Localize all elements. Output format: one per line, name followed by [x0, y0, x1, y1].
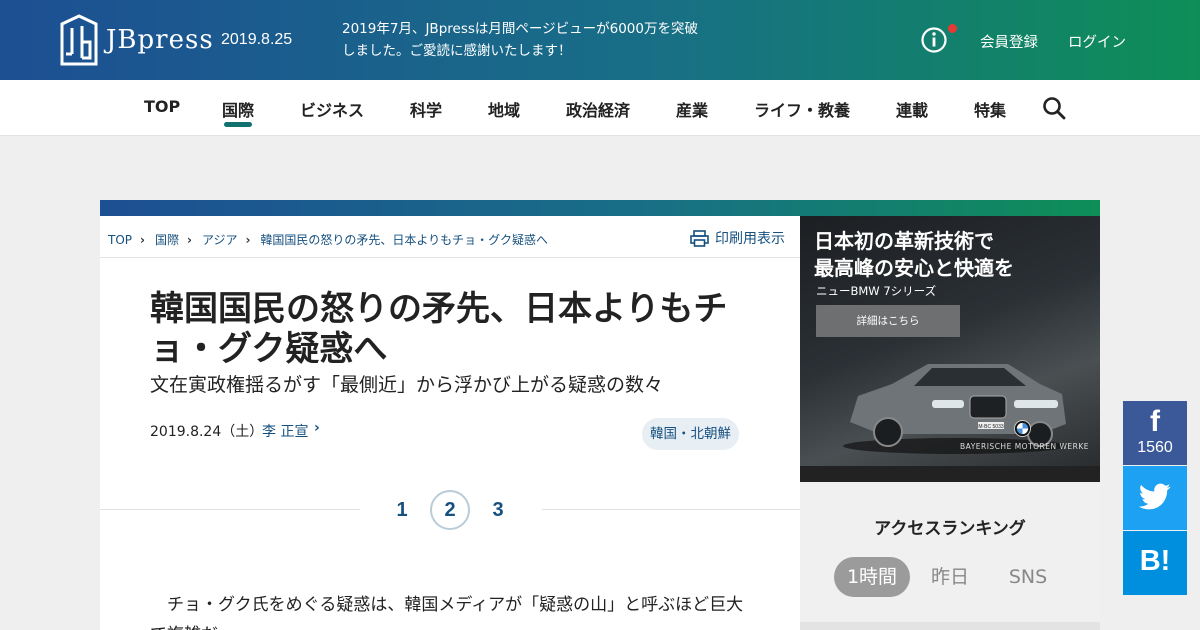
article-subtitle: 文在寅政権揺るがす「最側近」から浮かび上がる疑惑の数々	[150, 374, 664, 396]
page-link-1[interactable]: 1	[382, 490, 422, 530]
car-image: M·BC 5033	[843, 364, 1067, 454]
site-logo[interactable]: JBpress	[60, 14, 214, 66]
article-title: 韓国国民の怒りの矛先、日本よりもチョ・グク疑惑へ	[150, 289, 728, 369]
divider	[100, 257, 800, 258]
chevron-right-icon: ›	[314, 420, 320, 436]
publish-date: 2019.8.24（土）	[150, 424, 264, 440]
chevron-right-icon: ›	[186, 232, 192, 247]
print-view-link[interactable]: 印刷用表示	[690, 228, 785, 248]
bmw-advertisement[interactable]: M·BC 5033 日本初の革新技術で 最高峰の安心と快適を ニューBMW 7シ…	[800, 216, 1100, 466]
divider	[542, 509, 800, 510]
header-date: 2019.8.25	[221, 31, 293, 48]
nav-item-feature[interactable]: 特集	[974, 97, 1006, 121]
category-tag[interactable]: 韓国・北朝鮮	[642, 418, 739, 450]
page-link-3[interactable]: 3	[478, 490, 518, 530]
divider	[100, 509, 360, 510]
license-plate: M·BC 5033	[978, 424, 1004, 430]
breadcrumb-asia[interactable]: アジア	[202, 231, 238, 248]
facebook-icon: f	[1150, 405, 1160, 438]
printer-icon	[690, 229, 709, 247]
header-notice[interactable]: 2019年7月、JBpressは月間ページビューが6000万を突破しました。ご愛…	[342, 18, 702, 62]
ad-headline-line-1: 日本初の革新技術で	[814, 229, 994, 253]
nav-item-series[interactable]: 連載	[896, 97, 928, 121]
article: TOP › 国際 › アジア › 韓国国民の怒りの矛先、日本よりもチョ・グク疑惑へ 印…	[100, 216, 800, 630]
nav-item-science[interactable]: 科学	[410, 97, 442, 121]
ranking-tab-sns[interactable]: SNS	[996, 557, 1060, 597]
nav-item-business[interactable]: ビジネス	[300, 97, 364, 121]
hatena-bookmark-icon: B!	[1139, 545, 1171, 577]
facebook-share-count: 1560	[1137, 439, 1173, 456]
register-link[interactable]: 会員登録	[980, 31, 1038, 52]
bmw-logo-icon	[1014, 420, 1031, 437]
nav-active-indicator	[224, 122, 252, 127]
print-label: 印刷用表示	[715, 231, 785, 247]
nav-item-region[interactable]: 地域	[488, 97, 520, 121]
nav-item-politics-economy[interactable]: 政治経済	[566, 97, 630, 121]
breadcrumb-current[interactable]: 韓国国民の怒りの矛先、日本よりもチョ・グク疑惑へ	[260, 231, 548, 248]
ad-footer-bar	[800, 466, 1100, 482]
jbpress-logo-icon	[60, 14, 98, 66]
twitter-bird-icon	[1139, 483, 1171, 510]
chevron-right-icon: ›	[245, 232, 251, 247]
ad-headline: 日本初の革新技術で 最高峰の安心と快適を	[814, 228, 1014, 282]
nav-item-top[interactable]: TOP	[144, 97, 180, 116]
twitter-share-button[interactable]	[1123, 466, 1187, 530]
logo-wordmark: JBpress	[106, 25, 214, 55]
ranking-tab-hour[interactable]: 1時間	[834, 557, 910, 597]
site-header: JBpress 2019.8.25 2019年7月、JBpressは月間ページビ…	[0, 0, 1200, 80]
hatena-bookmark-button[interactable]: B!	[1123, 531, 1187, 595]
search-icon[interactable]	[1042, 96, 1066, 120]
facebook-share-button[interactable]: f 1560	[1123, 401, 1187, 465]
breadcrumb: TOP › 国際 › アジア › 韓国国民の怒りの矛先、日本よりもチョ・グク疑惑へ	[108, 231, 548, 248]
ad-details-button[interactable]: 詳細はこちら	[816, 305, 960, 337]
nav-item-international[interactable]: 国際	[222, 97, 254, 121]
ranking-tab-yesterday[interactable]: 昨日	[918, 557, 982, 597]
content-accent-bar	[100, 200, 1100, 216]
author-link[interactable]: 李 正宣	[262, 421, 308, 441]
breadcrumb-international[interactable]: 国際	[155, 231, 179, 248]
info-icon[interactable]	[921, 27, 947, 53]
page-link-2-current[interactable]: 2	[430, 490, 470, 530]
main-nav: TOP 国際 ビジネス 科学 地域 政治経済 産業 ライフ・教養 連載 特集	[0, 80, 1200, 136]
nav-item-life-culture[interactable]: ライフ・教養	[754, 97, 850, 121]
ad-subhead: ニューBMW 7シリーズ	[816, 284, 937, 298]
ad-brand-text: BAYERISCHE MOTOREN WERKE	[960, 442, 1090, 451]
breadcrumb-top[interactable]: TOP	[108, 233, 132, 247]
chevron-right-icon: ›	[140, 232, 145, 247]
nav-item-industry[interactable]: 産業	[676, 97, 708, 121]
login-link[interactable]: ログイン	[1068, 31, 1126, 52]
notification-dot	[948, 24, 957, 33]
ad-headline-line-2: 最高峰の安心と快適を	[814, 256, 1014, 280]
divider	[800, 622, 1100, 630]
access-ranking: アクセスランキング 1時間 昨日 SNS	[800, 482, 1100, 622]
ranking-title: アクセスランキング	[874, 519, 1026, 539]
article-body: チョ・グク氏をめぐる疑惑は、韓国メディアが「疑惑の山」と呼ぶほど巨大で複雑だ。	[150, 595, 744, 630]
